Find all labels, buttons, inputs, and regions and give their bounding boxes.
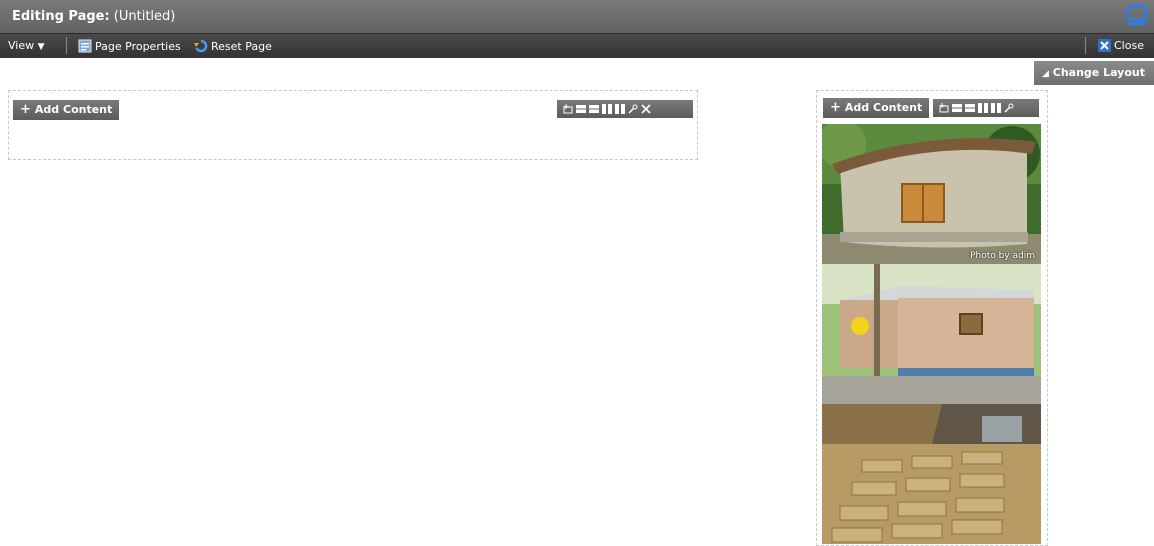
view-menu[interactable]: View ▼ — [8, 39, 45, 54]
split-vertical-right-icon[interactable] — [991, 103, 1001, 113]
plus-icon: + — [830, 100, 841, 115]
split-horizontal-icon[interactable] — [952, 103, 962, 113]
toolbar-divider — [66, 37, 67, 54]
split-horizontal-below-icon[interactable] — [589, 104, 599, 114]
plus-icon: + — [20, 102, 31, 117]
editor-toolbar: View ▼ Page Properties Reset Page Close — [0, 33, 1154, 58]
toolbar-divider — [1085, 37, 1086, 54]
add-content-label: Add Content — [844, 101, 923, 114]
add-content-label: Add Content — [34, 103, 113, 116]
reset-page-button[interactable]: Reset Page — [194, 39, 272, 54]
split-horizontal-below-icon[interactable] — [965, 103, 975, 113]
add-content-button[interactable]: + Add Content — [13, 100, 120, 120]
photo-earth-house: Photo by adim — [822, 124, 1041, 264]
region-controls — [933, 99, 1039, 117]
photo-adobe-building — [822, 264, 1041, 404]
change-layout-button[interactable]: ◢ Change Layout — [1034, 61, 1154, 85]
right-content-region: + Add Content Photo by adim — [816, 90, 1048, 546]
close-icon[interactable] — [641, 104, 651, 114]
page-title: Editing Page: (Untitled) — [12, 9, 175, 24]
oracle-icon — [1126, 4, 1148, 25]
close-label: Close — [1114, 39, 1144, 52]
split-vertical-icon[interactable] — [978, 103, 988, 113]
page-properties-button[interactable]: Page Properties — [78, 39, 181, 54]
page-title-value: (Untitled) — [109, 9, 176, 24]
add-box-icon[interactable] — [563, 104, 573, 114]
resize-corner-icon: ◢ — [1042, 69, 1049, 79]
add-box-icon[interactable] — [939, 103, 949, 113]
split-vertical-icon[interactable] — [602, 104, 612, 114]
photo-adobe-bricks — [822, 404, 1041, 544]
split-vertical-right-icon[interactable] — [615, 104, 625, 114]
split-horizontal-icon[interactable] — [576, 104, 586, 114]
view-menu-label: View — [8, 39, 35, 52]
change-layout-label: Change Layout — [1052, 66, 1145, 79]
chevron-down-icon: ▼ — [37, 42, 45, 52]
left-content-region: + Add Content — [8, 90, 698, 160]
page-properties-label: Page Properties — [95, 40, 181, 53]
close-icon — [1098, 39, 1111, 52]
page-properties-icon — [78, 39, 92, 53]
wrench-icon[interactable] — [628, 104, 638, 114]
reset-page-label: Reset Page — [211, 40, 272, 53]
add-content-button[interactable]: + Add Content — [823, 98, 930, 118]
page-header: Editing Page: (Untitled) — [0, 0, 1154, 33]
close-button[interactable]: Close — [1098, 39, 1144, 53]
reset-icon — [194, 39, 208, 53]
page-title-prefix: Editing Page: — [12, 9, 110, 24]
wrench-icon[interactable] — [1004, 103, 1014, 113]
region-controls — [557, 100, 693, 118]
photo-credit: Photo by adim — [970, 251, 1035, 261]
